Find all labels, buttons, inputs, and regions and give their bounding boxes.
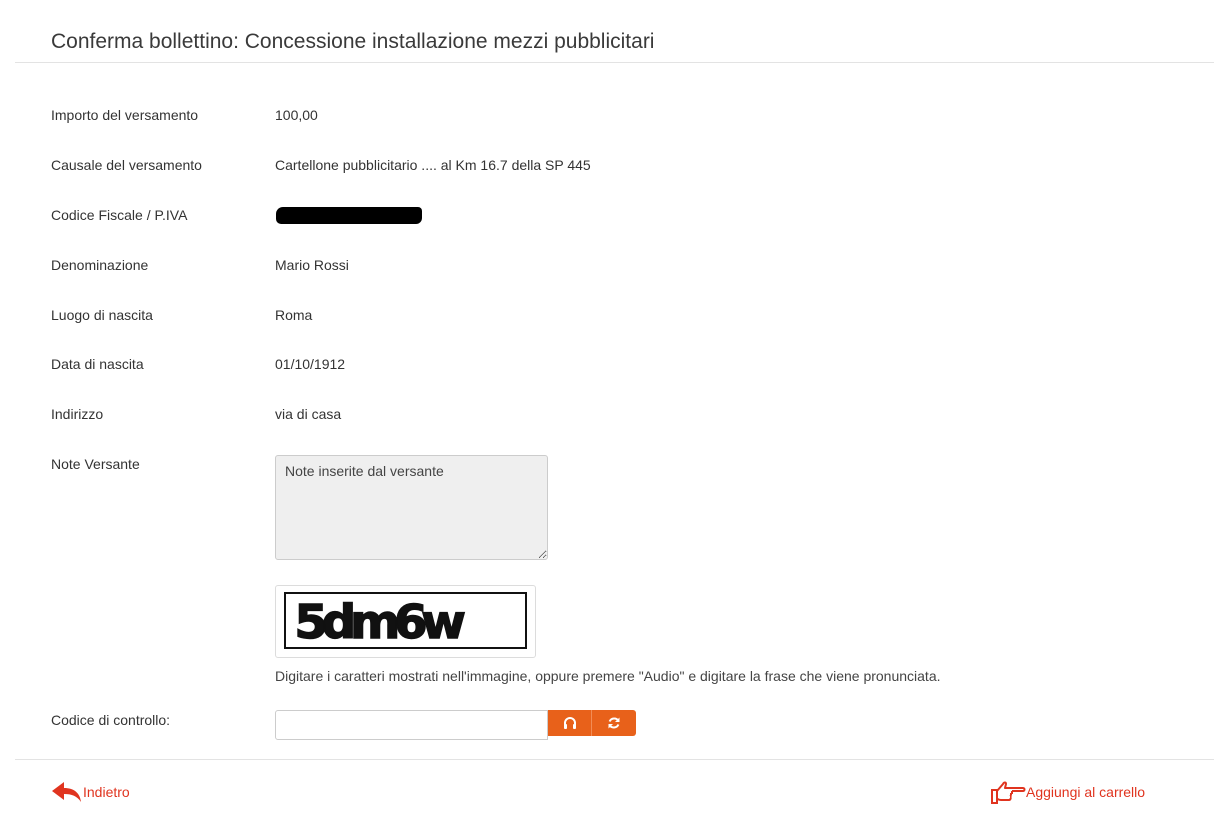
causale-value: Cartellone pubblicitario .... al Km 16.7…	[275, 157, 591, 173]
back-link[interactable]: Indietro	[51, 780, 130, 804]
luogo-nascita-value: Roma	[275, 307, 313, 323]
note-versante-textarea[interactable]: Note inserite dal versante	[275, 455, 548, 560]
headphones-icon	[563, 717, 576, 729]
luogo-nascita-label: Luogo di nascita	[51, 307, 153, 323]
captcha-image: 5dm6w	[284, 592, 527, 649]
importo-label: Importo del versamento	[51, 107, 199, 123]
back-link-label: Indietro	[83, 784, 130, 800]
importo-value: 100,00	[275, 107, 318, 123]
indirizzo-label: Indirizzo	[51, 406, 104, 422]
footer-divider	[15, 759, 1214, 760]
add-to-cart-label: Aggiungi al carrello	[1026, 784, 1146, 800]
indirizzo-value: via di casa	[275, 406, 342, 422]
data-nascita-value: 01/10/1912	[275, 356, 346, 372]
captcha-image-text: 5dm6w	[294, 596, 464, 647]
denominazione-value: Mario Rossi	[275, 257, 349, 273]
note-versante-label: Note Versante	[51, 456, 140, 472]
captcha-container: 5dm6w	[275, 585, 536, 658]
causale-label: Causale del versamento	[51, 157, 202, 173]
codice-controllo-label: Codice di controllo:	[51, 712, 171, 728]
refresh-icon	[608, 717, 620, 729]
page-title: Conferma bollettino: Concessione install…	[51, 30, 655, 53]
hand-pointing-icon	[991, 781, 1026, 804]
audio-button[interactable]	[548, 710, 592, 736]
reply-arrow-icon	[52, 782, 81, 802]
codice-fiscale-label: Codice Fiscale / P.IVA	[51, 207, 188, 223]
add-to-cart-link[interactable]: Aggiungi al carrello	[990, 780, 1145, 804]
denominazione-label: Denominazione	[51, 257, 149, 273]
data-nascita-label: Data di nascita	[51, 356, 144, 372]
captcha-help-text: Digitare i caratteri mostrati nell'immag…	[275, 668, 941, 684]
codice-controllo-input[interactable]	[275, 710, 548, 740]
refresh-captcha-button[interactable]	[592, 710, 636, 736]
codice-fiscale-redacted-value	[276, 207, 422, 224]
captcha-button-group	[548, 710, 636, 736]
title-divider	[15, 62, 1214, 63]
